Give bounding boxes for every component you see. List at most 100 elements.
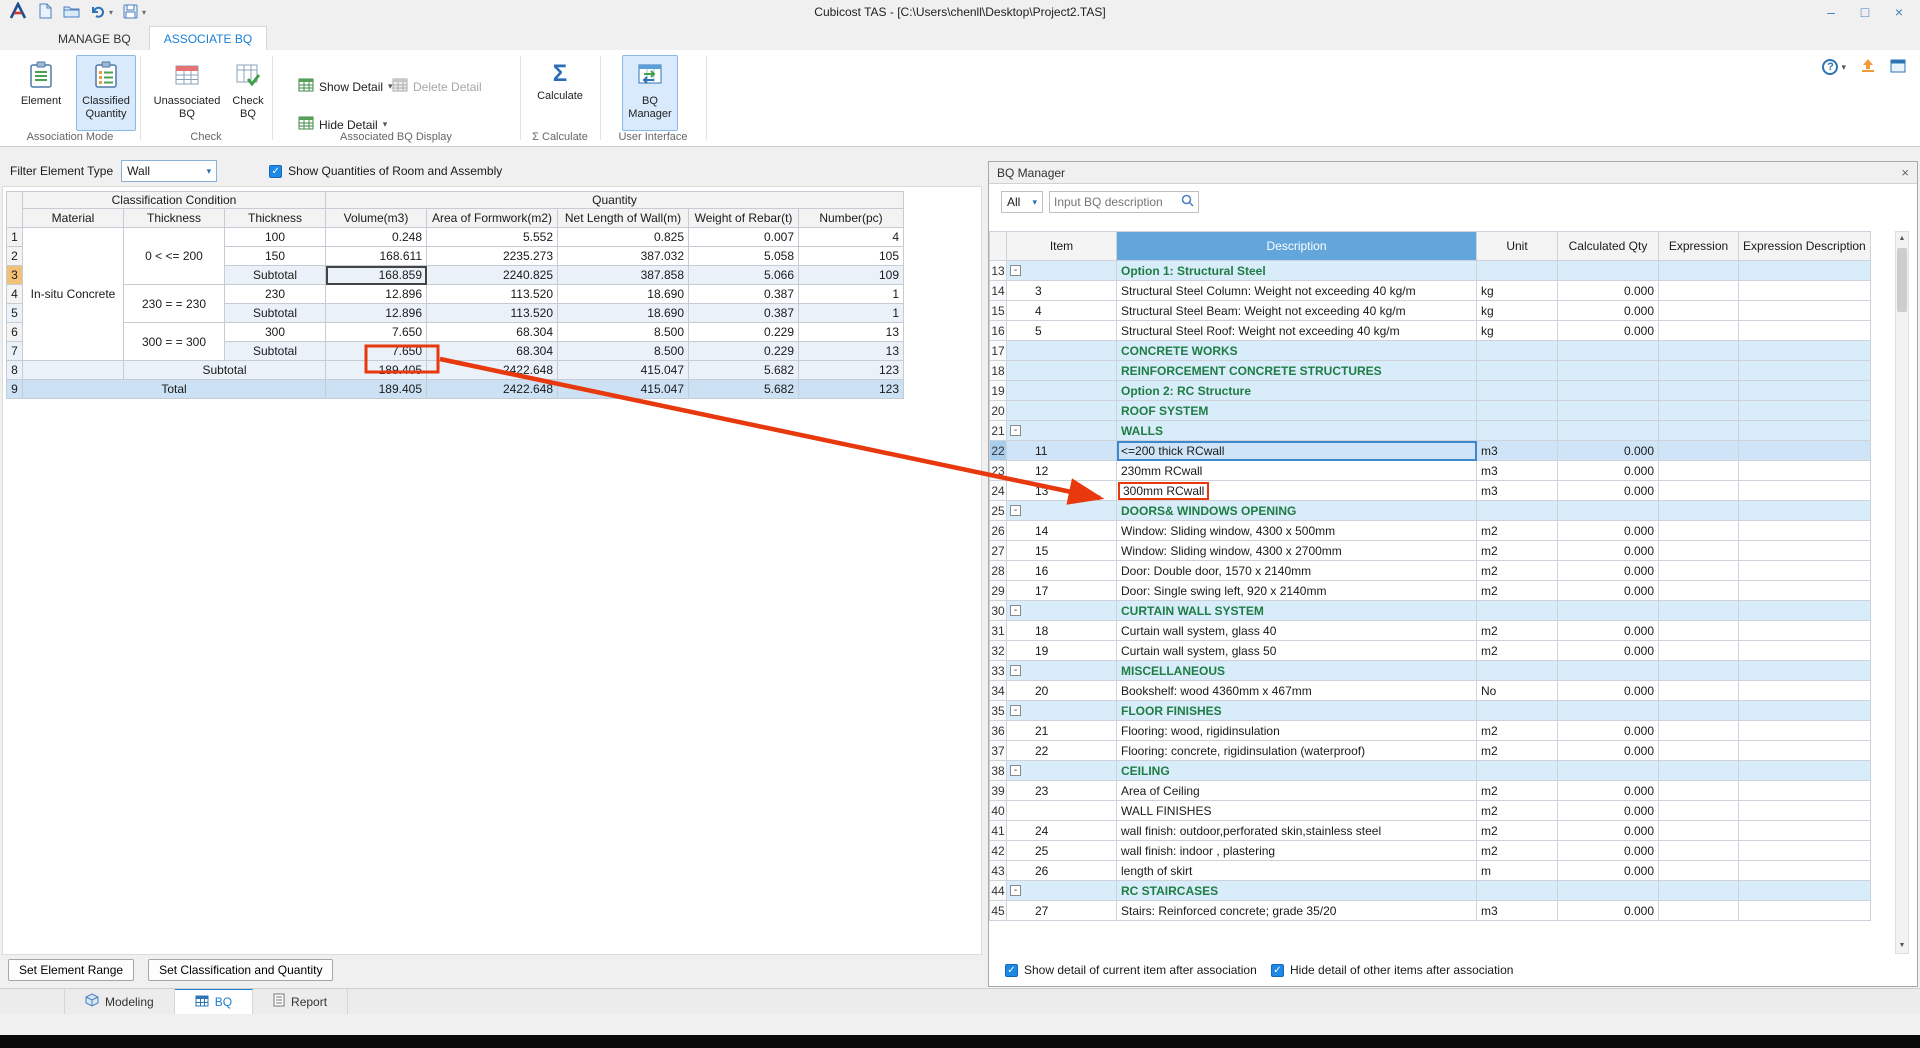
column-header-item[interactable]: Item — [1007, 232, 1117, 261]
expression-description-cell[interactable] — [1739, 361, 1871, 381]
unit-cell[interactable]: m3 — [1477, 461, 1558, 481]
description-cell[interactable]: ROOF SYSTEM — [1117, 401, 1477, 421]
expression-cell[interactable] — [1659, 521, 1739, 541]
undo-icon[interactable] — [90, 4, 105, 21]
help-button[interactable]: ? ▾ — [1822, 59, 1846, 75]
quantity-cell[interactable]: 13 — [799, 323, 904, 342]
item-cell[interactable]: 23 — [1007, 781, 1117, 801]
item-cell[interactable]: - — [1007, 261, 1117, 281]
description-cell[interactable]: CURTAIN WALL SYSTEM — [1117, 601, 1477, 621]
expression-description-cell[interactable] — [1739, 861, 1871, 881]
calculated-qty-cell[interactable]: 0.000 — [1558, 581, 1659, 601]
row-number[interactable]: 16 — [990, 321, 1007, 341]
expression-cell[interactable] — [1659, 541, 1739, 561]
quantity-cell[interactable]: 168.859 — [326, 266, 427, 285]
scroll-down-icon[interactable]: ▼ — [1896, 939, 1908, 953]
unit-cell[interactable]: kg — [1477, 301, 1558, 321]
tab-bq[interactable]: BQ — [175, 989, 253, 1014]
quantity-cell[interactable]: 12.896 — [326, 285, 427, 304]
row-number[interactable]: 21 — [990, 421, 1007, 441]
quantity-cell[interactable]: 113.520 — [427, 285, 558, 304]
item-cell[interactable]: 19 — [1007, 641, 1117, 661]
item-cell[interactable]: 18 — [1007, 621, 1117, 641]
row-number[interactable]: 28 — [990, 561, 1007, 581]
expression-cell[interactable] — [1659, 401, 1739, 421]
row-number[interactable]: 19 — [990, 381, 1007, 401]
calculated-qty-cell[interactable]: 0.000 — [1558, 481, 1659, 501]
quantity-cell[interactable]: Subtotal — [124, 361, 326, 380]
expression-description-cell[interactable] — [1739, 701, 1871, 721]
expression-cell[interactable] — [1659, 841, 1739, 861]
row-number[interactable]: 3 — [7, 266, 23, 285]
expression-cell[interactable] — [1659, 641, 1739, 661]
calculate-button[interactable]: Σ Calculate — [532, 55, 588, 131]
quantity-cell[interactable]: 13 — [799, 342, 904, 361]
row-number[interactable]: 38 — [990, 761, 1007, 781]
unit-cell[interactable] — [1477, 601, 1558, 621]
row-number[interactable]: 7 — [7, 342, 23, 361]
column-header-rebar[interactable]: Weight of Rebar(t) — [689, 209, 799, 228]
description-cell[interactable]: Bookshelf: wood 4360mm x 467mm — [1117, 681, 1477, 701]
unit-cell[interactable] — [1477, 401, 1558, 421]
calculated-qty-cell[interactable] — [1558, 761, 1659, 781]
quantity-cell[interactable]: Total — [23, 380, 326, 399]
item-cell[interactable]: 12 — [1007, 461, 1117, 481]
quantity-cell[interactable]: In-situ Concrete — [23, 228, 124, 361]
description-cell[interactable]: Structural Steel Beam: Weight not exceed… — [1117, 301, 1477, 321]
row-number[interactable]: 22 — [990, 441, 1007, 461]
unit-cell[interactable] — [1477, 421, 1558, 441]
description-cell[interactable]: Structural Steel Roof: Weight not exceed… — [1117, 321, 1477, 341]
row-number[interactable]: 13 — [990, 261, 1007, 281]
expression-cell[interactable] — [1659, 661, 1739, 681]
expression-description-cell[interactable] — [1739, 461, 1871, 481]
unit-cell[interactable] — [1477, 661, 1558, 681]
expression-description-cell[interactable] — [1739, 281, 1871, 301]
unit-cell[interactable] — [1477, 881, 1558, 901]
row-number[interactable]: 17 — [990, 341, 1007, 361]
row-number[interactable]: 9 — [7, 380, 23, 399]
expression-description-cell[interactable] — [1739, 741, 1871, 761]
calculated-qty-cell[interactable]: 0.000 — [1558, 781, 1659, 801]
quantity-cell[interactable]: 68.304 — [427, 323, 558, 342]
row-number[interactable]: 14 — [990, 281, 1007, 301]
quantity-cell[interactable]: 123 — [799, 361, 904, 380]
item-cell[interactable] — [1007, 801, 1117, 821]
column-header-thickness[interactable]: Thickness — [124, 209, 225, 228]
expression-cell[interactable] — [1659, 321, 1739, 341]
column-header-net-length[interactable]: Net Length of Wall(m) — [558, 209, 689, 228]
expression-description-cell[interactable] — [1739, 501, 1871, 521]
quantity-cell[interactable]: 12.896 — [326, 304, 427, 323]
quantity-cell[interactable]: 5.066 — [689, 266, 799, 285]
bq-manager-button[interactable]: BQ Manager — [622, 55, 678, 131]
quantity-cell[interactable]: 109 — [799, 266, 904, 285]
description-cell[interactable]: wall finish: indoor , plastering — [1117, 841, 1477, 861]
collapse-toggle-icon[interactable]: - — [1010, 605, 1021, 616]
row-number[interactable]: 40 — [990, 801, 1007, 821]
quantity-cell[interactable]: 150 — [225, 247, 326, 266]
interface-button[interactable] — [1890, 59, 1906, 76]
minimize-button[interactable]: – — [1814, 0, 1848, 25]
quantity-cell[interactable]: 0.825 — [558, 228, 689, 247]
column-header-expression[interactable]: Expression — [1659, 232, 1739, 261]
quantity-cell[interactable]: 113.520 — [427, 304, 558, 323]
item-cell[interactable]: 13 — [1007, 481, 1117, 501]
unit-cell[interactable]: m2 — [1477, 541, 1558, 561]
quantity-cell[interactable]: 1 — [799, 304, 904, 323]
calculated-qty-cell[interactable] — [1558, 661, 1659, 681]
expression-cell[interactable] — [1659, 341, 1739, 361]
quantity-cell[interactable]: 5.682 — [689, 361, 799, 380]
quantity-cell[interactable]: 2422.648 — [427, 380, 558, 399]
quantity-cell[interactable]: 2422.648 — [427, 361, 558, 380]
row-number[interactable]: 31 — [990, 621, 1007, 641]
quantity-cell[interactable]: 387.858 — [558, 266, 689, 285]
expression-description-cell[interactable] — [1739, 541, 1871, 561]
item-cell[interactable]: 25 — [1007, 841, 1117, 861]
quantity-cell[interactable]: Subtotal — [225, 342, 326, 361]
row-number[interactable]: 8 — [7, 361, 23, 380]
collapse-toggle-icon[interactable]: - — [1010, 705, 1021, 716]
quantity-cell[interactable]: 100 — [225, 228, 326, 247]
calculated-qty-cell[interactable] — [1558, 361, 1659, 381]
item-cell[interactable]: 20 — [1007, 681, 1117, 701]
quantity-cell[interactable]: 1 — [799, 285, 904, 304]
set-element-range-button[interactable]: Set Element Range — [8, 959, 134, 981]
